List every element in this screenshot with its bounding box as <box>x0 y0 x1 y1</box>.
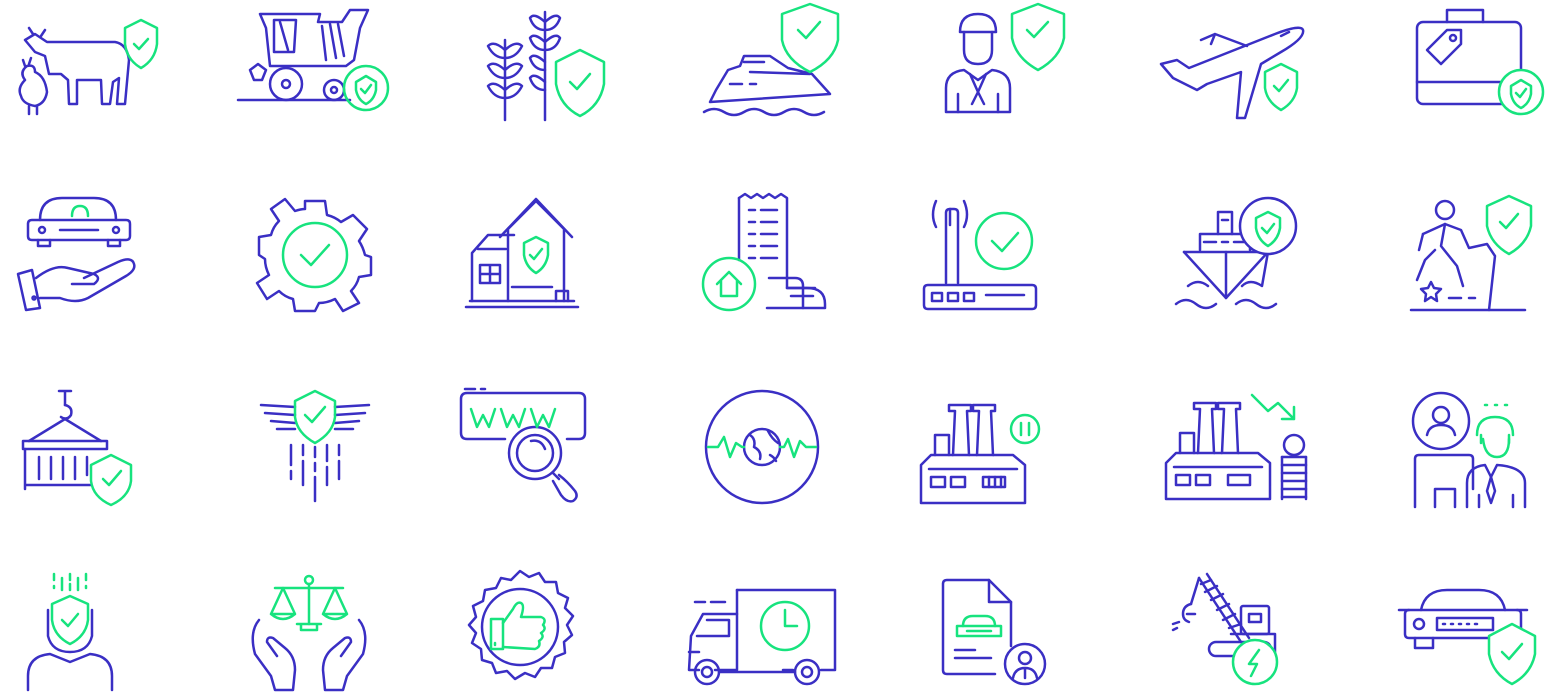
luggage-insurance-icon <box>1405 0 1552 130</box>
container-insurance-icon <box>15 385 140 510</box>
www-search-icon <box>455 385 595 510</box>
approval-badge-icon <box>455 565 585 693</box>
sailor-insurance-icon <box>930 0 1070 130</box>
factory-loss-icon <box>1160 385 1310 510</box>
car-insurance-icon <box>1395 580 1545 693</box>
gear-check-icon <box>255 195 375 315</box>
car-document-icon <box>935 570 1050 693</box>
globe-pulse-icon <box>700 385 825 510</box>
cargo-ship-insurance-icon <box>1170 190 1310 315</box>
airplane-insurance-icon <box>1155 0 1315 130</box>
winged-shield-icon <box>255 385 375 510</box>
customer-support-icon <box>1405 385 1540 510</box>
router-check-icon <box>920 195 1050 315</box>
home-insurance-icon <box>460 195 590 315</box>
car-in-hand-icon <box>10 190 150 320</box>
crane-machinery-icon <box>1165 570 1290 693</box>
livestock-insurance-icon <box>5 0 165 130</box>
slip-fall-injury-icon <box>1405 190 1545 315</box>
crop-insurance-icon <box>470 0 610 130</box>
personal-protection-icon <box>20 570 120 693</box>
yacht-insurance-icon <box>700 0 850 130</box>
legal-protection-icon <box>245 570 375 693</box>
home-documents-icon <box>695 190 835 315</box>
delivery-truck-time-icon <box>685 580 840 693</box>
harvester-insurance-icon <box>230 0 400 130</box>
icon-grid <box>0 0 1552 693</box>
factory-pause-icon <box>915 385 1050 510</box>
